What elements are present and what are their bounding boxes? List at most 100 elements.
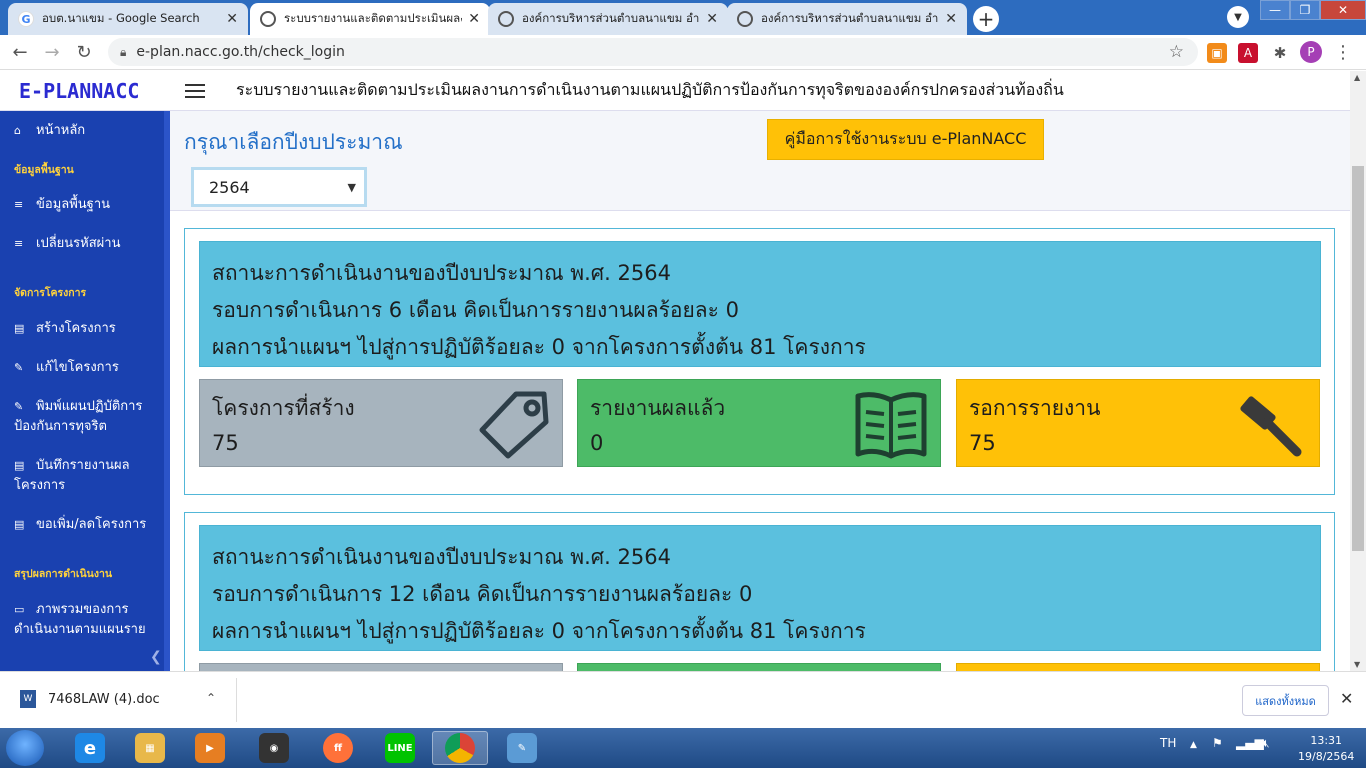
volume-muted-icon[interactable]: 🔇︎: [1262, 736, 1270, 751]
sidebar-item-create-project[interactable]: ▤ สร้างโครงการ: [14, 319, 164, 339]
taskbar-firefox[interactable]: ff: [310, 731, 366, 765]
site-brand[interactable]: E-PLANNACC: [0, 79, 170, 103]
pencil-icon: ✎: [14, 361, 24, 374]
sidebar-item-print-plan[interactable]: ✎ พิมพ์แผนปฏิบัติการ ป้องกันการทุจริต: [14, 397, 164, 437]
monitor-icon: ▭: [14, 603, 25, 616]
sidebar-item-overview[interactable]: ▭ ภาพรวมของการ ดำเนินงานตามแผนราย: [14, 600, 164, 640]
status-card-6-months: สถานะการดำเนินงานของปีงบประมาณ พ.ศ. 2564…: [184, 228, 1335, 495]
chrome-icon: [445, 733, 475, 763]
folder-icon: ▦: [135, 733, 165, 763]
status-card-12-months: สถานะการดำเนินงานของปีงบประมาณ พ.ศ. 2564…: [184, 512, 1335, 671]
main-content: กรุณาเลือกปีงบประมาณ คู่มือการใช้งานระบบ…: [170, 111, 1350, 671]
sidebar-item-record-report[interactable]: ▤ บันทึกรายงานผล โครงการ: [14, 456, 164, 496]
sidebar-section-summary: สรุปผลการดำเนินงาน: [14, 568, 113, 580]
system-clock[interactable]: 13:31 19/8/2564: [1298, 733, 1354, 765]
sidebar-section-projects: จัดการโครงการ: [14, 287, 87, 299]
chevron-up-icon[interactable]: ⌃: [206, 691, 216, 705]
new-tab-button[interactable]: +: [973, 6, 999, 32]
globe-icon: [737, 11, 753, 27]
tab-sao-1[interactable]: องค์การบริหารส่วนตำบลนาแขม อำเภอ ✕: [488, 3, 728, 35]
lock-icon: 🔒︎: [120, 44, 127, 59]
taskbar-ie[interactable]: e: [62, 731, 118, 765]
file-icon: ▤: [14, 518, 25, 531]
sidebar-item-edit-project[interactable]: ✎ แก้ไขโครงการ: [14, 358, 164, 378]
scroll-thumb[interactable]: [1352, 166, 1364, 551]
browser-toolbar: ← → ↻ 🔒︎ e-plan.nacc.go.th/check_login ☆…: [0, 35, 1366, 70]
tag-icon: [479, 391, 549, 459]
download-item[interactable]: W 7468LAW (4).doc: [20, 690, 160, 708]
hamburger-menu-icon[interactable]: [185, 80, 205, 102]
close-tab-icon[interactable]: ✕: [945, 11, 957, 27]
show-all-downloads-button[interactable]: แสดงทั้งหมด: [1242, 685, 1329, 716]
scroll-down-icon[interactable]: ▼: [1354, 660, 1360, 669]
window-controls: — ❐ ✕: [1260, 0, 1366, 20]
paint-icon: ✎: [507, 733, 537, 763]
window-close-icon[interactable]: ✕: [1320, 0, 1366, 20]
globe-icon: [260, 11, 276, 27]
taskbar-line[interactable]: LINE: [372, 731, 428, 765]
stat-created-projects[interactable]: โครงการที่สร้าง 75: [199, 379, 563, 467]
google-icon: G: [18, 11, 34, 27]
bookmark-star-icon[interactable]: ☆: [1169, 42, 1184, 62]
site-header: E-PLANNACC ระบบรายงานและติดตามประเมินผลง…: [0, 71, 1352, 111]
taskbar-media[interactable]: ▶: [182, 731, 238, 765]
ie-icon: e: [75, 733, 105, 763]
scroll-up-icon[interactable]: ▲: [1354, 73, 1360, 82]
camera-icon: ◉: [259, 733, 289, 763]
sidebar-item-add-remove-project[interactable]: ▤ ขอเพิ่ม/ลดโครงการ: [14, 515, 164, 535]
list-icon: ≡: [14, 237, 24, 250]
sidebar-item-basic-info[interactable]: ≡ ข้อมูลพื้นฐาน: [14, 195, 164, 215]
user-manual-button[interactable]: คู่มือการใช้งานระบบ e-PlanNACC: [767, 119, 1044, 160]
maximize-icon[interactable]: ❐: [1290, 0, 1320, 20]
status-content-area: สถานะการดำเนินงานของปีงบประมาณ พ.ศ. 2564…: [170, 210, 1350, 671]
tab-google-search[interactable]: G อบต.นาแขม - Google Search ✕: [8, 3, 248, 35]
taskbar-paint[interactable]: ✎: [494, 731, 550, 765]
download-bar: W 7468LAW (4).doc ⌃ แสดงทั้งหมด ✕: [0, 671, 1366, 728]
stat-created-projects[interactable]: [199, 663, 563, 671]
sidebar-item-home[interactable]: ⌂ หน้าหลัก: [14, 121, 164, 141]
extension-bag-icon[interactable]: ▣: [1207, 43, 1227, 63]
address-bar[interactable]: 🔒︎ e-plan.nacc.go.th/check_login ☆: [108, 38, 1198, 66]
stat-pending-reports[interactable]: [956, 663, 1320, 671]
profile-avatar[interactable]: P: [1300, 41, 1322, 63]
reload-icon[interactable]: ↻: [68, 42, 100, 63]
tab-sao-2[interactable]: องค์การบริหารส่วนตำบลนาแขม อำเภอ ✕: [727, 3, 967, 35]
close-tab-icon[interactable]: ✕: [706, 11, 718, 27]
sidebar-item-change-password[interactable]: ≡ เปลี่ยนรหัสผ่าน: [14, 234, 164, 254]
page-scrollbar[interactable]: ▲ ▼: [1350, 71, 1366, 671]
sidebar-section-basic: ข้อมูลพื้นฐาน: [14, 164, 74, 176]
line-app-icon: LINE: [385, 733, 415, 763]
flag-icon[interactable]: ⚑: [1212, 736, 1223, 750]
open-book-icon: [855, 392, 927, 459]
taskbar-explorer[interactable]: ▦: [122, 731, 178, 765]
stat-pending-reports[interactable]: รอการรายงาน 75: [956, 379, 1320, 467]
tab-search-icon[interactable]: ▼: [1227, 6, 1249, 28]
back-icon[interactable]: ←: [4, 42, 36, 63]
chevron-down-icon: ▼: [347, 180, 356, 194]
tab-eplan[interactable]: ระบบรายงานและติดตามประเมินผลงานการดำเนิน…: [250, 3, 490, 35]
extension-pdf-icon[interactable]: A: [1238, 43, 1258, 63]
stat-reported-projects[interactable]: รายงานผลแล้ว 0: [577, 379, 941, 467]
network-signal-icon[interactable]: ▂▄▆: [1236, 736, 1264, 750]
close-tab-icon[interactable]: ✕: [468, 11, 480, 27]
list-icon: ≡: [14, 198, 24, 211]
tray-expand-icon[interactable]: ▲: [1190, 740, 1197, 750]
sidebar: ⌂ หน้าหลัก ข้อมูลพื้นฐาน ≡ ข้อมูลพื้นฐาน ≡…: [0, 111, 170, 671]
sidebar-collapse-icon[interactable]: ❮: [150, 649, 162, 665]
taskbar-chrome[interactable]: [432, 731, 488, 765]
minimize-icon[interactable]: —: [1260, 0, 1290, 20]
stat-reported-projects[interactable]: [577, 663, 941, 671]
word-doc-icon: W: [20, 690, 36, 708]
start-button[interactable]: [6, 730, 44, 766]
extensions-puzzle-icon[interactable]: ✱: [1270, 43, 1290, 63]
system-title: ระบบรายงานและติดตามประเมินผลงานการดำเนิน…: [236, 80, 1064, 99]
fiscal-year-select[interactable]: 2564 ▼: [191, 167, 367, 207]
language-indicator[interactable]: TH: [1160, 736, 1176, 750]
globe-icon: [498, 11, 514, 27]
close-download-bar-icon[interactable]: ✕: [1340, 689, 1353, 708]
browser-menu-icon[interactable]: ⋮: [1334, 42, 1352, 63]
gavel-icon: [1240, 396, 1302, 457]
taskbar-camera[interactable]: ◉: [246, 731, 302, 765]
forward-icon[interactable]: →: [36, 42, 68, 63]
close-tab-icon[interactable]: ✕: [226, 11, 238, 27]
